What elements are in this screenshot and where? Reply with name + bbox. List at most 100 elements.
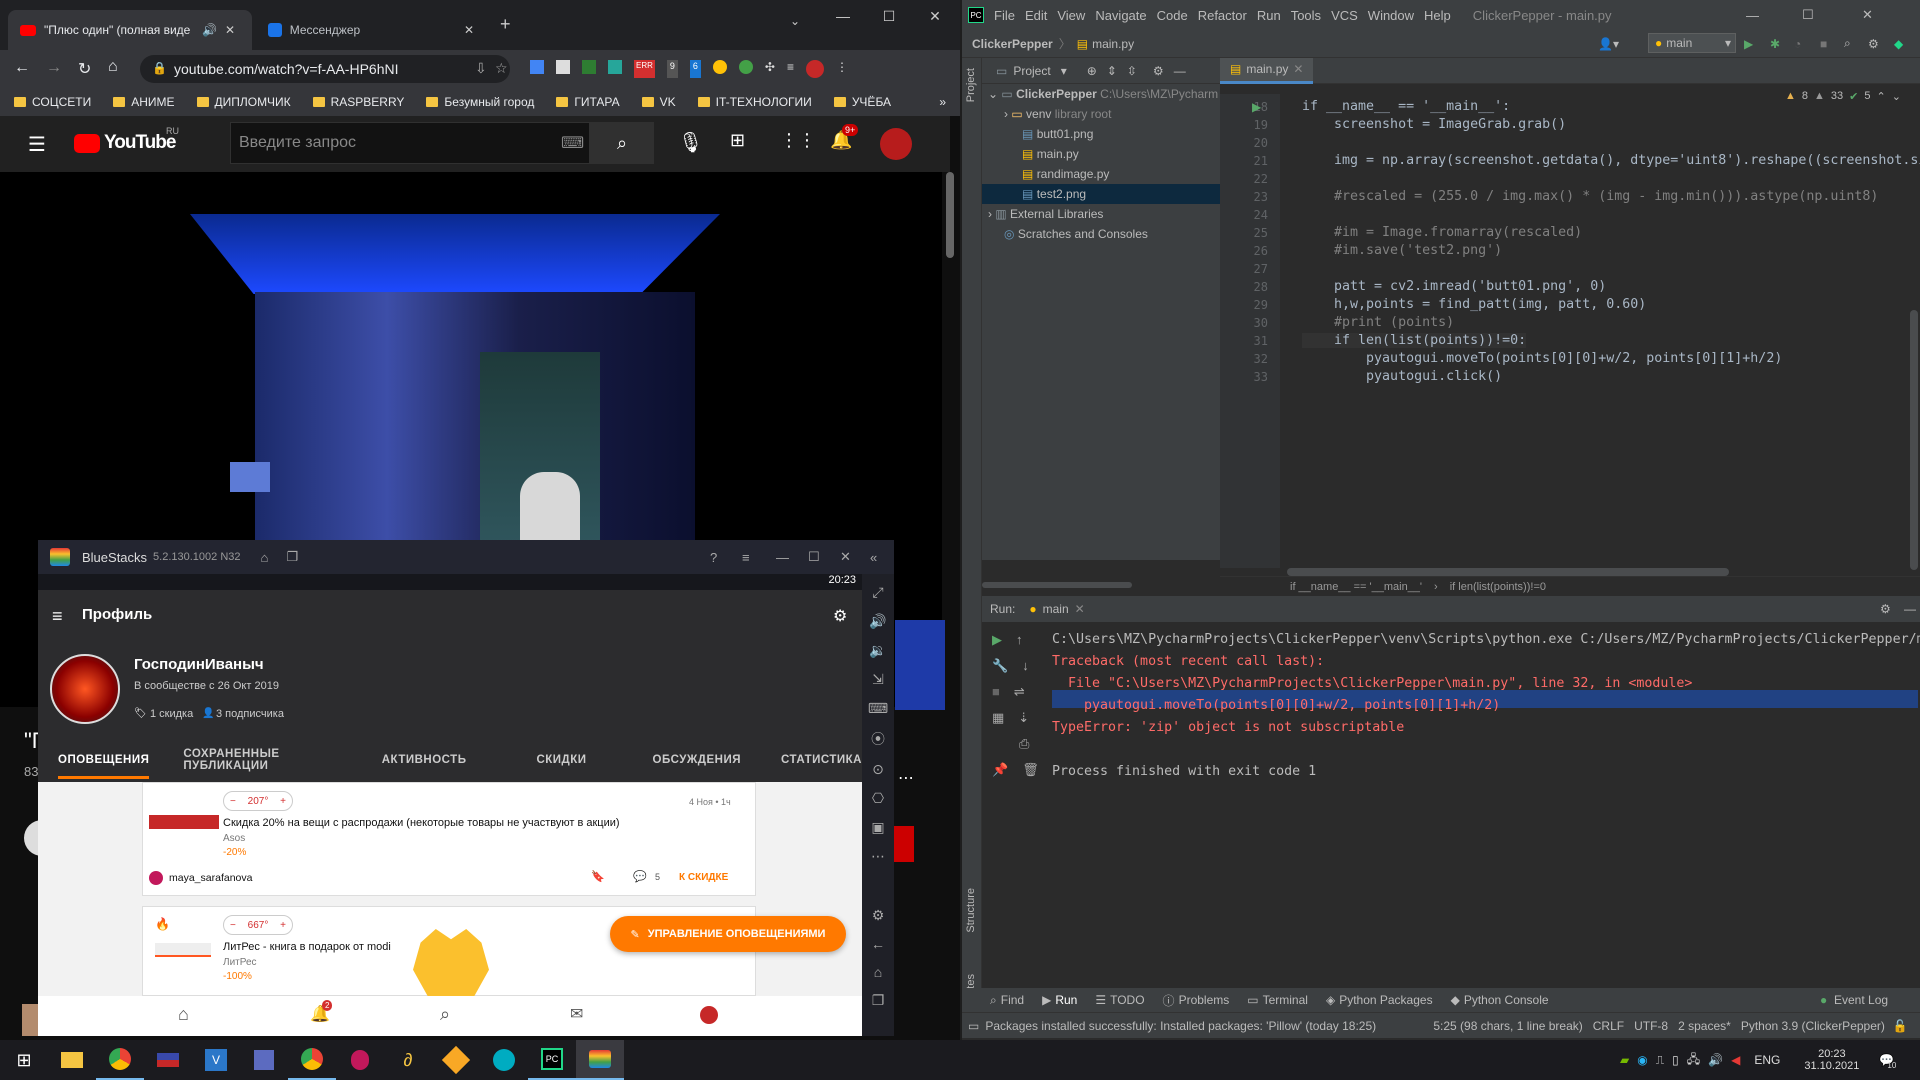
menu-icon[interactable]: ⋮	[836, 60, 848, 78]
youtube-logo-icon[interactable]	[74, 134, 100, 153]
close-tab-icon[interactable]: ✕	[225, 23, 235, 37]
indent-setting[interactable]: 2 spaces*	[1678, 1019, 1731, 1033]
project-scrollbar[interactable]	[982, 582, 1132, 588]
tab-deals[interactable]: СКИДКИ	[536, 754, 586, 766]
back-icon[interactable]: ←	[14, 59, 30, 77]
tree-item[interactable]: ▤ test2.png	[982, 184, 1220, 204]
close-button[interactable]: ✕	[912, 0, 958, 32]
caret-position[interactable]: 5:25 (98 chars, 1 line break)	[1433, 1019, 1582, 1033]
code-line[interactable]: if __name__ == '__main__':	[1302, 99, 1510, 114]
profile-avatar[interactable]	[806, 60, 824, 78]
trash-icon[interactable]: 🗑	[1022, 762, 1039, 778]
followers-count[interactable]: 3 подписчика	[216, 708, 284, 720]
tab-search-button[interactable]: ⌄	[790, 14, 800, 28]
user-icon[interactable]: 👤▾	[1598, 37, 1619, 51]
taskbar-app[interactable]: ∂	[384, 1040, 432, 1080]
tree-item[interactable]: ⌄ ▭ ClickerPepper C:\Users\MZ\Pycharm	[982, 84, 1220, 104]
tree-item[interactable]: › ▥ External Libraries	[982, 204, 1220, 224]
maximize-button[interactable]: ☐	[866, 0, 912, 32]
menu-code[interactable]: Code	[1157, 8, 1188, 23]
taskbar-app[interactable]	[144, 1040, 192, 1080]
vote-up-button[interactable]: +	[280, 796, 286, 807]
lock-icon[interactable]: 🔓	[1893, 1019, 1908, 1033]
bookmark-folder[interactable]: ГИТАРА	[556, 95, 620, 109]
bookmark-folder[interactable]: ДИПЛОМЧИК	[196, 95, 291, 109]
tray-app-icon[interactable]: ◉	[1637, 1053, 1647, 1067]
status-message[interactable]: Packages installed successfully: Install…	[985, 1019, 1425, 1033]
layout-icon[interactable]: ▭	[968, 1019, 979, 1033]
gear-icon[interactable]: ⚙	[1880, 602, 1891, 616]
tree-item[interactable]: ◎ Scratches and Consoles	[982, 224, 1220, 244]
manage-notifications-button[interactable]: ✎ УПРАВЛЕНИЕ ОПОВЕЩЕНИЯМИ	[610, 916, 846, 952]
forward-icon[interactable]: →	[46, 59, 62, 77]
vertical-scrollbar[interactable]	[1910, 310, 1918, 570]
vote-down-button[interactable]: −	[230, 796, 236, 807]
search-input[interactable]: Введите запрос ⌨	[230, 122, 590, 164]
taskbar-chrome[interactable]	[96, 1040, 144, 1080]
inspection-widget[interactable]: ▲ 8 ▲ 33 ✔ 5 ⌃ ⌄	[1785, 90, 1901, 103]
install-apk-icon[interactable]: ⇲	[872, 671, 884, 688]
address-bar[interactable]: 🔒 youtube.com/watch?v=f-AA-HP6hNI ⇩ ☆	[140, 55, 510, 83]
horizontal-scrollbar[interactable]	[1287, 568, 1729, 576]
code-line[interactable]: #rescaled = (255.0 / img.max() * (img - …	[1302, 189, 1878, 204]
extension-icon[interactable]	[712, 60, 727, 74]
search-icon[interactable]: ⌕	[440, 1004, 450, 1025]
avatar[interactable]	[50, 654, 120, 724]
extension-icon[interactable]	[556, 60, 570, 74]
taskbar-explorer[interactable]	[48, 1040, 96, 1080]
down-icon[interactable]: ↓	[1022, 658, 1029, 674]
avatar[interactable]	[880, 128, 912, 160]
menu-file[interactable]: File	[994, 8, 1015, 23]
taskbar-app[interactable]	[240, 1040, 288, 1080]
bookmark-folder[interactable]: RASPBERRY	[312, 95, 404, 109]
subscribe-button[interactable]	[892, 826, 914, 862]
fullscreen-icon[interactable]: ⤢	[872, 584, 883, 601]
extension-icon[interactable]	[530, 60, 544, 74]
close-icon[interactable]: ✕	[1293, 62, 1303, 76]
maximize-button[interactable]: ☐	[1802, 7, 1814, 23]
install-icon[interactable]: ⇩	[475, 60, 487, 77]
arrow-icon[interactable]: ◀	[1731, 1053, 1740, 1067]
lock-icon[interactable]: 🔒	[152, 61, 167, 75]
menu-window[interactable]: Window	[1368, 8, 1414, 23]
minimize-button[interactable]: —	[1746, 8, 1759, 23]
menu-view[interactable]: View	[1057, 8, 1085, 23]
tool-problems[interactable]: Problems	[1179, 993, 1230, 1007]
bookmark-folder[interactable]: АНИМЕ	[113, 95, 175, 109]
taskbar-chrome-2[interactable]	[288, 1040, 336, 1080]
close-button[interactable]: ✕	[840, 549, 851, 565]
extension-icon[interactable]	[582, 60, 596, 74]
go-to-deal-link[interactable]: К СКИДКЕ	[679, 872, 728, 883]
chevron-up-icon[interactable]: ⌃	[1877, 90, 1886, 103]
collapse-sidebar-icon[interactable]: «	[870, 550, 877, 565]
audio-icon[interactable]: 🔊	[202, 23, 217, 37]
more-actions-icon[interactable]: ⋯	[898, 768, 914, 788]
taskbar-app[interactable]	[432, 1040, 480, 1080]
tool-event-log[interactable]: Event Log	[1834, 993, 1888, 1007]
vote-up-button[interactable]: +	[280, 920, 286, 931]
tool-terminal[interactable]: Terminal	[1263, 993, 1308, 1007]
output-line[interactable]: File "C:\Users\MZ\PycharmProjects\Clicke…	[1052, 676, 1692, 691]
home-icon[interactable]: ⌂	[108, 58, 118, 76]
bookmark-folder[interactable]: IT-ТЕХНОЛОГИИ	[697, 95, 812, 109]
menu-navigate[interactable]: Navigate	[1095, 8, 1146, 23]
video-thumbnail[interactable]	[22, 1004, 38, 1036]
keyboard-icon[interactable]: ⌨	[561, 133, 584, 153]
menu-edit[interactable]: Edit	[1025, 8, 1047, 23]
hide-icon[interactable]: —	[1174, 64, 1186, 78]
line-separator[interactable]: CRLF	[1593, 1019, 1624, 1033]
chevron-down-icon[interactable]: ⌄	[1892, 90, 1901, 103]
more-icon[interactable]: ⋯	[871, 848, 885, 865]
deal-user[interactable]: maya_sarafanova	[169, 872, 252, 884]
settings-icon[interactable]: ⚙	[872, 907, 885, 924]
comment-icon[interactable]: 💬	[633, 870, 647, 883]
minimize-button[interactable]: —	[820, 0, 866, 32]
bookmark-folder[interactable]: СОЦСЕТИ	[14, 95, 91, 109]
usb-icon[interactable]: ⎍	[1656, 1053, 1664, 1068]
tree-item[interactable]: › ▭ venv library root	[982, 104, 1220, 124]
apk-icon[interactable]: ▣	[871, 819, 884, 836]
output-line[interactable]: TypeError: 'zip' object is not subscript…	[1052, 720, 1404, 735]
extension-badge-9[interactable]: 9	[666, 60, 678, 78]
close-button[interactable]: ✕	[1862, 7, 1873, 23]
structure-tool-tab[interactable]: Structure	[965, 888, 977, 933]
